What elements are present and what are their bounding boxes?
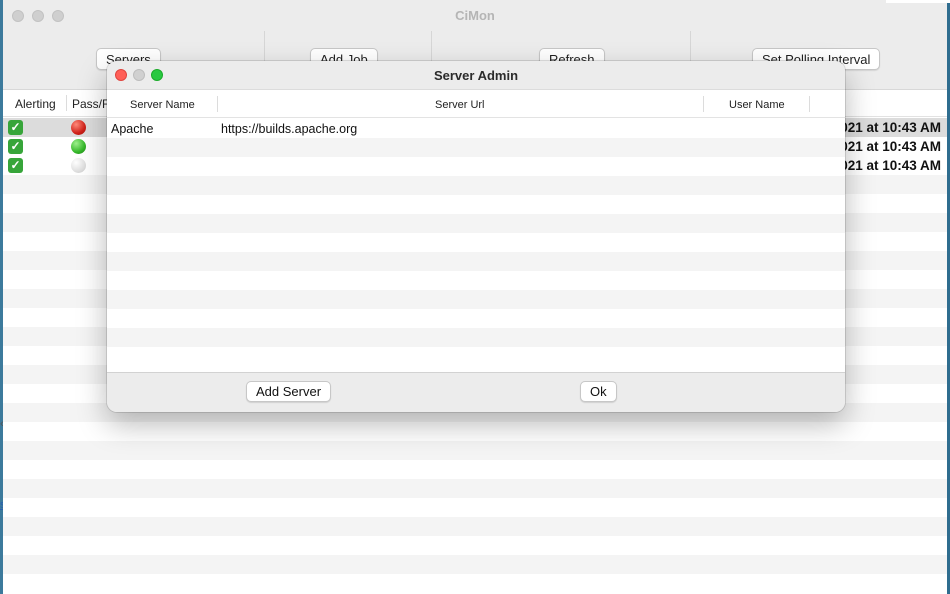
empty-row xyxy=(3,441,947,460)
dialog-title: Server Admin xyxy=(433,68,519,83)
checkbox-checked-icon[interactable]: ✓ xyxy=(8,139,23,154)
column-header-server-name[interactable]: Server Name xyxy=(130,99,195,111)
dialog-footer: Add Server Ok xyxy=(107,372,845,412)
empty-row xyxy=(107,176,845,195)
servers-table[interactable]: Server Name Server Url User Name Apache … xyxy=(107,89,845,372)
dialog-titlebar[interactable]: Server Admin xyxy=(107,61,845,89)
server-name-cell[interactable]: Apache xyxy=(111,122,153,136)
status-grey-icon xyxy=(71,158,86,173)
server-url-cell[interactable]: https://builds.apache.org xyxy=(221,122,357,136)
empty-row xyxy=(3,517,947,536)
last-build-time: 021 at 10:43 AM xyxy=(840,158,941,173)
column-separator[interactable] xyxy=(66,95,67,111)
main-titlebar[interactable]: CiMon xyxy=(3,0,947,31)
empty-row xyxy=(107,328,845,347)
column-separator[interactable] xyxy=(217,96,218,112)
column-separator[interactable] xyxy=(809,96,810,112)
checkbox-checked-icon[interactable]: ✓ xyxy=(8,158,23,173)
table-row[interactable]: Apache https://builds.apache.org xyxy=(107,119,845,138)
last-build-time: 021 at 10:43 AM xyxy=(840,139,941,154)
desktop-edge xyxy=(886,0,950,3)
column-separator[interactable] xyxy=(703,96,704,112)
empty-row xyxy=(3,555,947,574)
column-header-alerting[interactable]: Alerting xyxy=(15,97,56,111)
last-build-time: 021 at 10:43 AM xyxy=(840,120,941,135)
empty-row xyxy=(107,138,845,157)
server-admin-dialog: Server Admin Server Name Server Url User… xyxy=(107,61,845,412)
status-red-icon xyxy=(71,120,86,135)
empty-row xyxy=(3,479,947,498)
window-title: CiMon xyxy=(455,8,495,23)
column-header-server-url[interactable]: Server Url xyxy=(435,99,485,111)
checkbox-checked-icon[interactable]: ✓ xyxy=(8,120,23,135)
empty-row xyxy=(107,252,845,271)
servers-table-header: Server Name Server Url User Name xyxy=(107,90,845,118)
status-green-icon xyxy=(71,139,86,154)
add-server-button[interactable]: Add Server xyxy=(246,381,332,402)
servers-table-body[interactable]: Apache https://builds.apache.org xyxy=(107,118,845,372)
empty-row xyxy=(107,290,845,309)
column-header-user-name[interactable]: User Name xyxy=(729,99,785,111)
ok-button[interactable]: Ok xyxy=(580,381,617,402)
empty-row xyxy=(107,214,845,233)
